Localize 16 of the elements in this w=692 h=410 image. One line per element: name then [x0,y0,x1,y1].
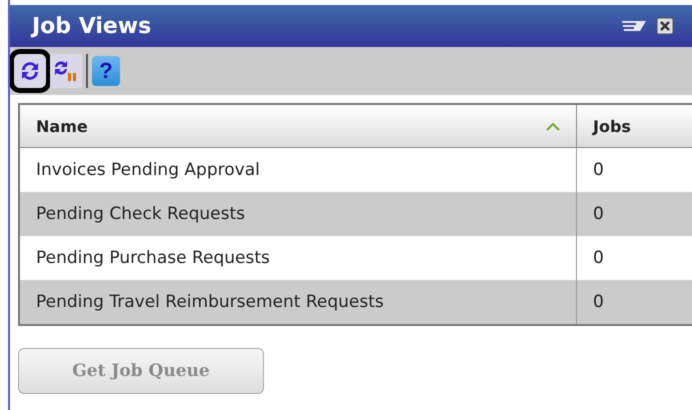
table-cell: 0 [576,148,692,192]
refresh-button[interactable] [14,54,46,88]
table-cell: Pending Travel Reimbursement Requests [19,280,576,325]
table-cell: 0 [576,192,692,236]
close-icon[interactable] [656,17,674,35]
column-header[interactable]: Jobs [576,104,692,148]
help-button[interactable]: ? [92,56,120,86]
table-cell: Pending Purchase Requests [19,236,576,280]
menu-icon[interactable] [622,18,646,34]
table-cell: 0 [576,236,692,280]
table-cell: Invoices Pending Approval [19,148,576,192]
column-header[interactable]: Name [19,104,576,148]
window-title: Job Views [32,14,152,38]
pause-refresh-button[interactable] [50,54,82,88]
table-cell: 0 [576,280,692,325]
table-cell: Pending Check Requests [19,192,576,236]
